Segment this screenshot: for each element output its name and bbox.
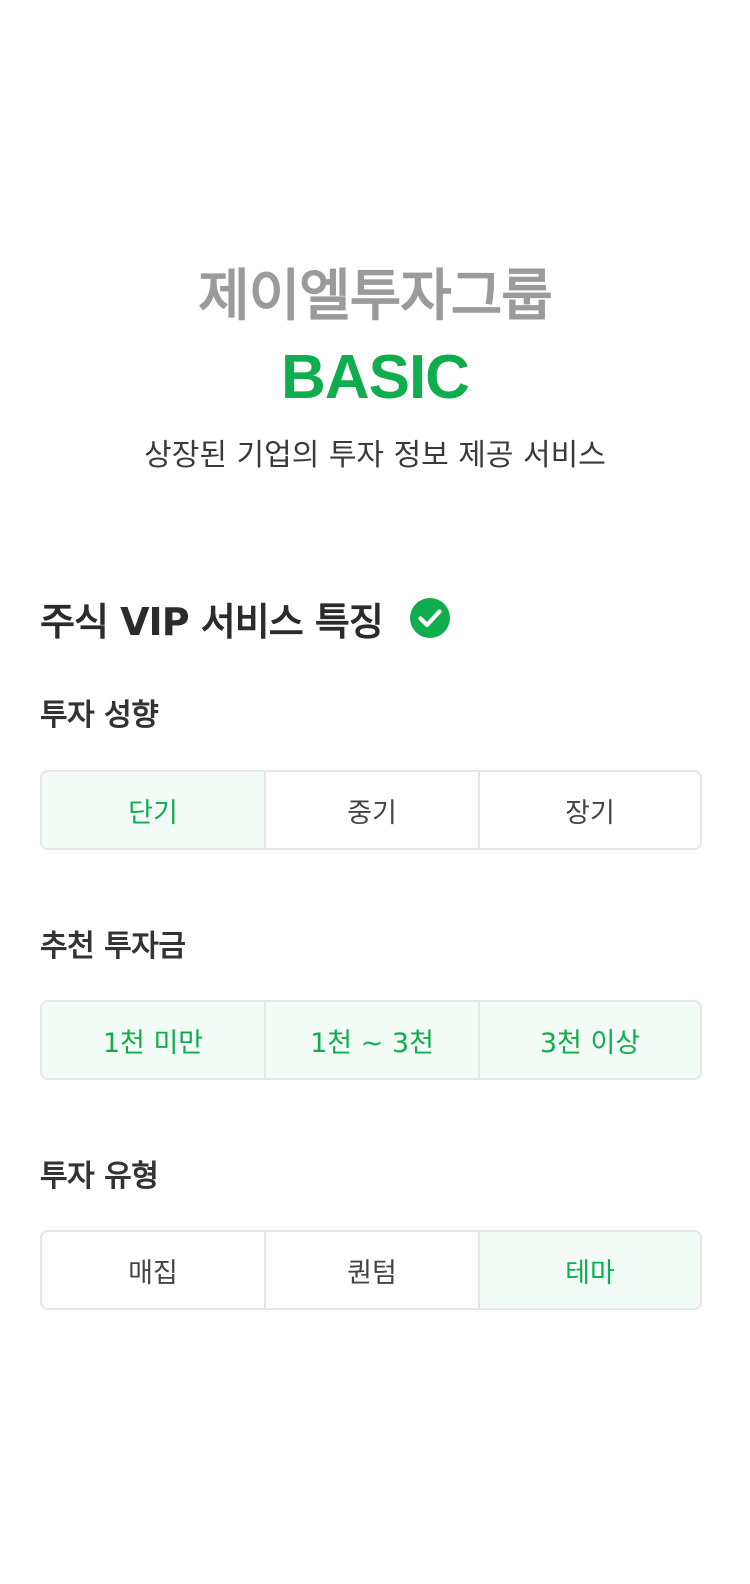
option-long-term[interactable]: 장기 bbox=[480, 772, 700, 848]
option-quantum[interactable]: 퀀텀 bbox=[266, 1232, 480, 1308]
investment-type-selector: 매집 퀀텀 테마 bbox=[40, 1230, 702, 1310]
recommended-amount-selector: 1천 미만 1천 ~ 3천 3천 이상 bbox=[40, 1000, 702, 1080]
check-circle-icon bbox=[409, 597, 451, 639]
option-under-10m[interactable]: 1천 미만 bbox=[42, 1002, 266, 1078]
plan-subtitle: 상장된 기업의 투자 정보 제공 서비스 bbox=[144, 438, 606, 473]
plan-name: BASIC bbox=[281, 343, 470, 412]
investment-style-selector: 단기 중기 장기 bbox=[40, 770, 702, 850]
page: 제이엘투자그룹 BASIC 상장된 기업의 투자 정보 제공 서비스 주식 VI… bbox=[0, 0, 750, 1584]
option-over-30m[interactable]: 3천 이상 bbox=[480, 1002, 700, 1078]
option-mid-term[interactable]: 중기 bbox=[266, 772, 480, 848]
investment-type-label: 투자 유형 bbox=[40, 1159, 159, 1194]
features-heading: 주식 VIP 서비스 특징 bbox=[40, 590, 451, 646]
option-theme[interactable]: 테마 bbox=[480, 1232, 700, 1308]
option-accumulation[interactable]: 매집 bbox=[42, 1232, 266, 1308]
brand-name: 제이엘투자그룹 bbox=[198, 264, 553, 329]
features-title: 주식 VIP 서비스 특징 bbox=[40, 599, 384, 644]
option-short-term[interactable]: 단기 bbox=[42, 772, 266, 848]
recommended-amount-label: 추천 투자금 bbox=[40, 929, 186, 964]
investment-style-label: 투자 성향 bbox=[40, 698, 159, 733]
option-10m-30m[interactable]: 1천 ~ 3천 bbox=[266, 1002, 480, 1078]
